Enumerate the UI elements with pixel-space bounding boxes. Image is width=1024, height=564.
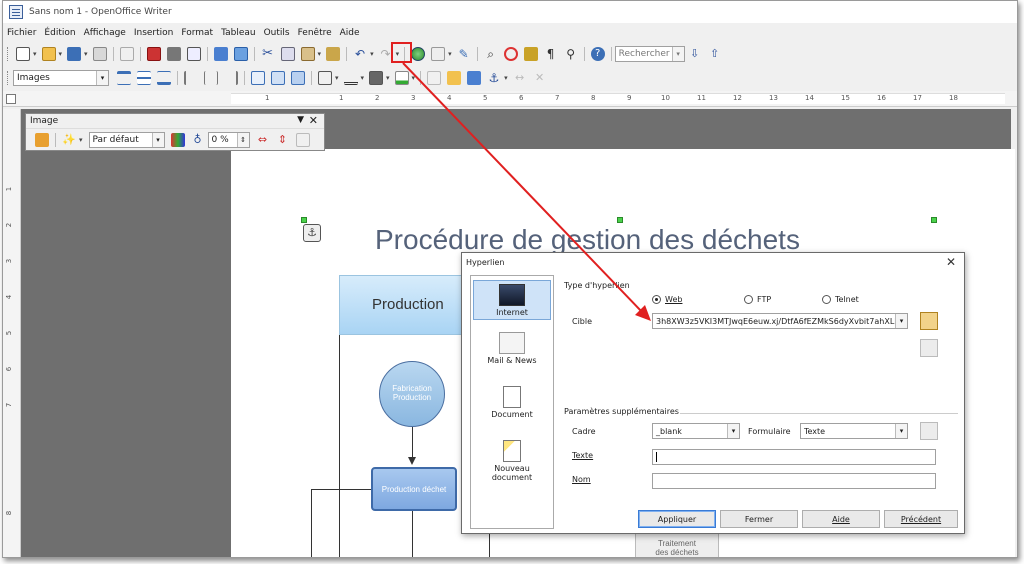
annotation-arrow-line [402, 62, 644, 314]
writer-window: Sans nom 1 - OpenOffice Writer Fichier É… [2, 0, 1018, 558]
annotation-arrow [402, 62, 651, 321]
